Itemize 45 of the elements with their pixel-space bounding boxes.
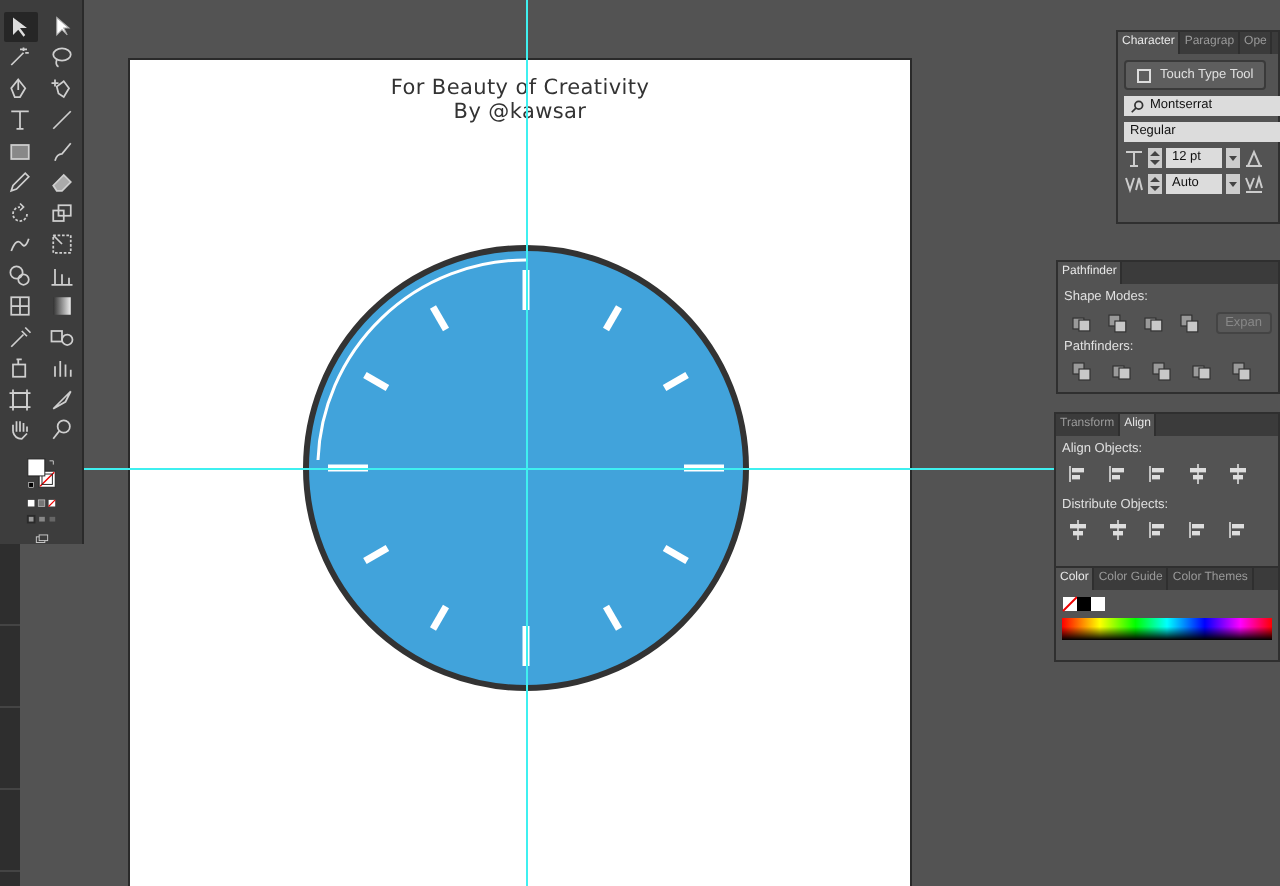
knife-icon (48, 385, 76, 413)
distribute-icon[interactable] (1148, 520, 1168, 540)
square-icon (1136, 67, 1152, 83)
scale-icon (48, 199, 76, 227)
align-icon[interactable] (1148, 464, 1168, 484)
shape-mode-icon[interactable] (1179, 313, 1200, 333)
eyedropper-icon (6, 323, 34, 351)
shape-mode-icon[interactable] (1072, 313, 1092, 333)
align-icon[interactable] (1228, 464, 1248, 484)
type-icon (6, 106, 34, 134)
artboard-icon (6, 385, 34, 413)
gradient-icon (48, 292, 76, 320)
pencil-icon (6, 168, 34, 196)
rotate-icon (6, 199, 34, 227)
selection-arrow-tool[interactable] (3, 12, 37, 42)
lasso-icon (48, 44, 76, 72)
font-size-icon (1124, 148, 1144, 168)
align-icon[interactable] (1188, 464, 1208, 484)
brush-icon (48, 137, 76, 165)
distribute-icon[interactable] (1228, 520, 1248, 540)
align-icon[interactable] (1068, 464, 1088, 484)
shape-mode-icon[interactable] (1107, 313, 1128, 333)
stepper-icon[interactable] (1148, 148, 1162, 168)
shape-builder-icon (6, 261, 34, 289)
hand-icon (6, 416, 34, 444)
transform-icon (48, 230, 76, 258)
align-icon[interactable] (1108, 464, 1128, 484)
color-swatches-icon[interactable] (1062, 596, 1106, 612)
distribute-icon[interactable] (1188, 520, 1208, 540)
tracking-icon (1244, 174, 1264, 194)
distribute-icon[interactable] (1108, 520, 1128, 540)
stepper-icon[interactable] (1148, 174, 1162, 194)
zoom-icon (48, 416, 76, 444)
eraser-icon (48, 168, 76, 196)
shape-mode-icon[interactable] (1143, 313, 1164, 333)
dropdown-icon[interactable] (1226, 148, 1240, 168)
line-icon (48, 106, 76, 134)
pen-plus-icon (48, 75, 76, 103)
mesh-icon (6, 292, 34, 320)
leading-icon (1244, 148, 1264, 168)
color-spectrum[interactable] (1062, 618, 1272, 640)
dropdown-icon[interactable] (1226, 174, 1240, 194)
search-icon (1130, 99, 1144, 113)
kerning-icon (1124, 174, 1144, 194)
distribute-icon[interactable] (1068, 520, 1088, 540)
